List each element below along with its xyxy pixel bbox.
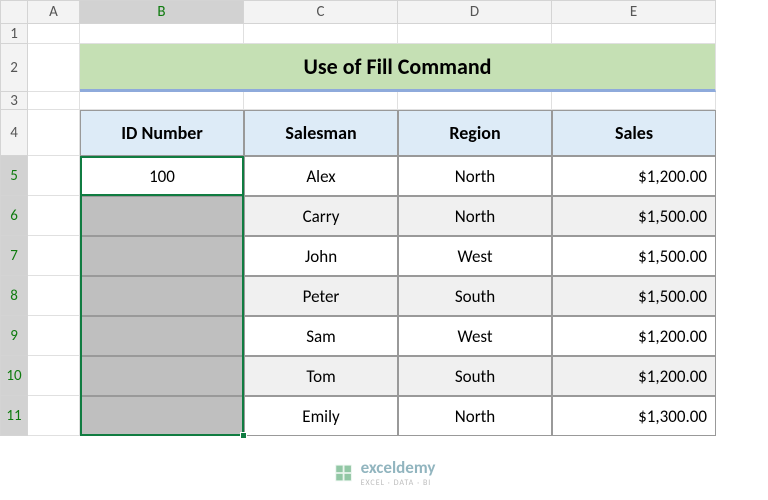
cell-c5[interactable]: Alex [244,156,398,196]
cell-a4[interactable] [28,110,80,156]
cell-d8[interactable]: South [398,276,552,316]
cell-c3[interactable] [244,92,398,110]
spreadsheet: A B C D E 1 2 3 4 5 6 7 8 9 10 11 Use of… [0,0,768,500]
cell-b10[interactable] [80,356,244,396]
cell-e7[interactable]: $1,500.00 [552,236,716,276]
exceldemy-logo-icon [333,462,355,484]
cell-c11[interactable]: Emily [244,396,398,436]
cell-d11[interactable]: North [398,396,552,436]
cell-b9[interactable] [80,316,244,356]
cell-e10[interactable]: $1,200.00 [552,356,716,396]
row-header-1[interactable]: 1 [0,24,28,44]
row-header-9[interactable]: 9 [0,316,28,356]
header-sales[interactable]: Sales [552,110,716,156]
cell-b1[interactable] [80,24,244,44]
cell-d9[interactable]: West [398,316,552,356]
cell-a8[interactable] [28,276,80,316]
cell-b7[interactable] [80,236,244,276]
row-header-4[interactable]: 4 [0,110,28,156]
row-header-2[interactable]: 2 [0,44,28,92]
cell-a2[interactable] [28,44,80,92]
watermark: exceldemy EXCEL · DATA · BI [333,457,436,488]
cell-a11[interactable] [28,396,80,436]
cell-b5-active[interactable]: 100 [80,156,244,196]
cell-a6[interactable] [28,196,80,236]
cell-e1[interactable] [552,24,716,44]
cell-b8[interactable] [80,276,244,316]
cell-b11[interactable] [80,396,244,436]
cell-d7[interactable]: West [398,236,552,276]
row-header-6[interactable]: 6 [0,196,28,236]
cell-c8[interactable]: Peter [244,276,398,316]
cell-e3[interactable] [552,92,716,110]
cell-e11[interactable]: $1,300.00 [552,396,716,436]
col-header-e[interactable]: E [552,0,716,24]
row-header-11[interactable]: 11 [0,396,28,436]
cell-e5[interactable]: $1,200.00 [552,156,716,196]
cell-b3[interactable] [80,92,244,110]
row-header-10[interactable]: 10 [0,356,28,396]
row-header-3[interactable]: 3 [0,92,28,110]
cell-c9[interactable]: Sam [244,316,398,356]
cell-d5[interactable]: North [398,156,552,196]
cell-d10[interactable]: South [398,356,552,396]
title-cell[interactable]: Use of Fill Command [80,44,716,92]
cell-d3[interactable] [398,92,552,110]
cell-e9[interactable]: $1,200.00 [552,316,716,356]
cell-a9[interactable] [28,316,80,356]
col-header-c[interactable]: C [244,0,398,24]
select-all-corner[interactable] [0,0,28,24]
row-headers: 1 2 3 4 5 6 7 8 9 10 11 [0,24,28,436]
cell-a3[interactable] [28,92,80,110]
cell-e8[interactable]: $1,500.00 [552,276,716,316]
cell-d6[interactable]: North [398,196,552,236]
row-header-7[interactable]: 7 [0,236,28,276]
header-region[interactable]: Region [398,110,552,156]
cell-e6[interactable]: $1,500.00 [552,196,716,236]
header-salesman[interactable]: Salesman [244,110,398,156]
cell-c7[interactable]: John [244,236,398,276]
col-header-a[interactable]: A [28,0,80,24]
fill-handle[interactable] [240,432,247,439]
cell-a5[interactable] [28,156,80,196]
cell-c6[interactable]: Carry [244,196,398,236]
cell-b6[interactable] [80,196,244,236]
watermark-brand: exceldemy [361,457,436,478]
cell-a1[interactable] [28,24,80,44]
watermark-sub: EXCEL · DATA · BI [361,478,436,488]
cell-d1[interactable] [398,24,552,44]
cell-c10[interactable]: Tom [244,356,398,396]
cell-a7[interactable] [28,236,80,276]
column-headers: A B C D E [0,0,716,24]
header-id[interactable]: ID Number [80,110,244,156]
col-header-d[interactable]: D [398,0,552,24]
cell-a10[interactable] [28,356,80,396]
row-header-5[interactable]: 5 [0,156,28,196]
col-header-b[interactable]: B [80,0,244,24]
cell-grid: Use of Fill Command ID Number Salesman R… [28,24,716,436]
row-header-8[interactable]: 8 [0,276,28,316]
cell-c1[interactable] [244,24,398,44]
